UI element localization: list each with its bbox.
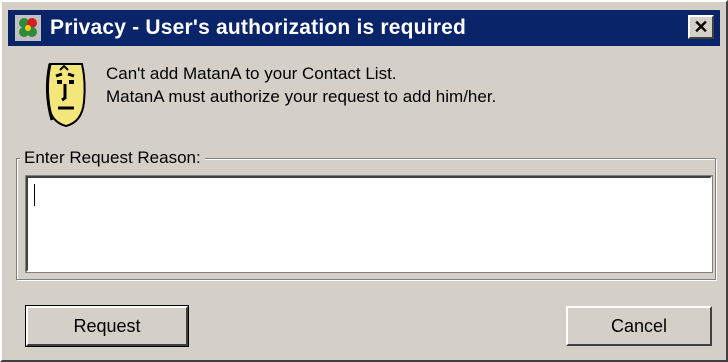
text-cursor — [34, 184, 35, 206]
message-line-1: Can't add MatanA to your Contact List. — [106, 64, 397, 83]
close-button[interactable]: ✕ — [688, 15, 714, 39]
window-title: Privacy - User's authorization is requir… — [50, 16, 467, 39]
request-reason-label: Enter Request Reason: — [20, 148, 205, 168]
privacy-face-icon — [42, 62, 88, 128]
privacy-dialog: Privacy - User's authorization is requir… — [0, 0, 728, 362]
cancel-button[interactable]: Cancel — [566, 306, 712, 346]
info-message: Can't add MatanA to your Contact List. M… — [106, 62, 496, 108]
title-bar[interactable]: Privacy - User's authorization is requir… — [8, 10, 720, 46]
close-icon: ✕ — [693, 17, 709, 37]
request-reason-input[interactable] — [25, 175, 713, 273]
message-line-2: MatanA must authorize your request to ad… — [106, 87, 497, 106]
request-button[interactable]: Request — [25, 305, 189, 347]
app-flower-icon — [14, 14, 42, 42]
